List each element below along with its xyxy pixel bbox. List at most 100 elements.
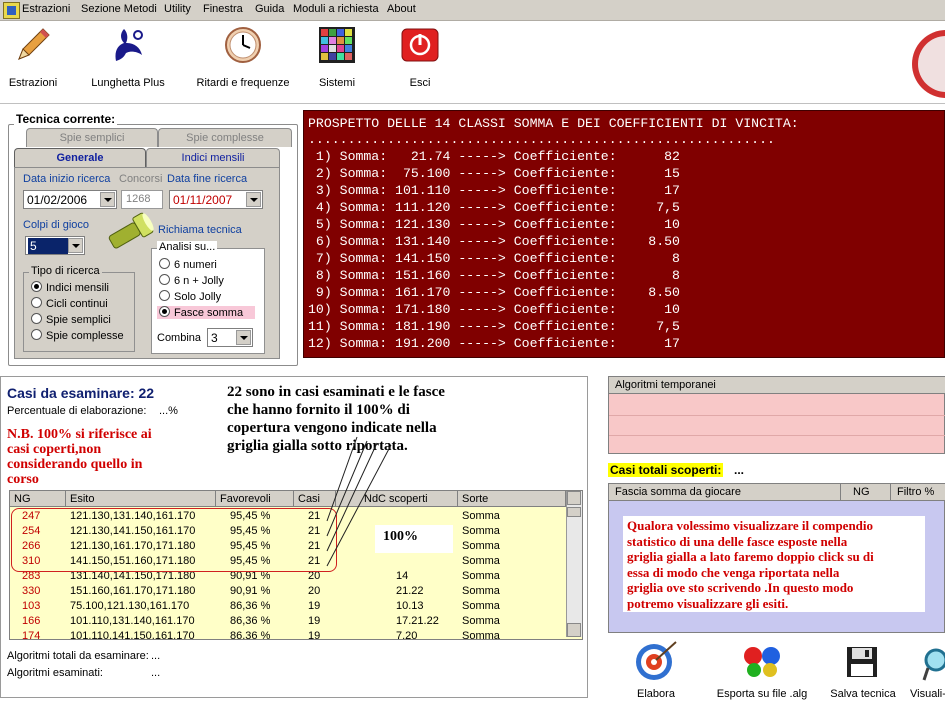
salva-tecnica-button[interactable]: Salva tecnica <box>826 636 900 702</box>
casi-grid: NG Esito Favorevoli Casi NdC scoperti So… <box>9 490 583 640</box>
butterfly-icon <box>744 647 780 677</box>
prospetto-line: 3) Somma: 101.110 -----> Coefficiente: 1… <box>308 183 680 198</box>
ritardi-frequenze-button[interactable]: Ritardi e frequenze <box>186 21 300 101</box>
menu-sezione-metodi[interactable]: Sezione Metodi <box>81 3 157 15</box>
col-esito[interactable]: Esito <box>66 491 216 507</box>
menu-about[interactable]: About <box>387 3 416 15</box>
table-row[interactable]: 166 101.110,131.140,161.170 86,36 % 19 17.21… <box>10 614 566 629</box>
app-icon[interactable] <box>3 2 20 19</box>
concorsi-field: 1268 <box>121 190 163 209</box>
scroll-thumb[interactable] <box>567 507 581 517</box>
flashlight-icon[interactable] <box>103 212 155 254</box>
table-cell: 17.21.22 <box>396 615 439 627</box>
esci-button[interactable]: Esci <box>396 21 444 101</box>
data-inizio-combo[interactable]: 01/02/2006 <box>23 190 117 209</box>
tipo-radio-0[interactable]: Indici mensili <box>31 281 109 294</box>
analisi-radio-1[interactable]: 6 n + Jolly <box>159 274 224 287</box>
scroll-up-icon[interactable] <box>567 491 581 505</box>
table-row[interactable]: 103 75.100,121.130,161.170 86,36 % 19 10.13 S… <box>10 599 566 614</box>
menu-utility[interactable]: Utility <box>164 3 191 15</box>
tipo-radio-3[interactable]: Spie complesse <box>31 329 124 342</box>
table-row[interactable]: 330 151.160,161.170,171.180 90,91 % 20 21.22… <box>10 584 566 599</box>
col-ndc[interactable]: NdC scoperti <box>336 491 458 507</box>
tab-spie-semplici[interactable]: Spie semplici <box>26 128 158 147</box>
table-row[interactable]: 283 131.140,141.150,171.180 90,91 % 20 14 Som… <box>10 569 566 584</box>
casi-totali-label: Casi totali scoperti: <box>608 463 724 477</box>
table-cell: 254 <box>22 525 41 537</box>
prospetto-line: 9) Somma: 161.170 -----> Coefficiente: 8… <box>308 285 680 300</box>
lunghetta-plus-button[interactable]: Lunghetta Plus <box>80 21 176 101</box>
analisi-radio-2[interactable]: Solo Jolly <box>159 290 221 303</box>
table-cell: 101.110,131.140,161.170 <box>70 615 195 627</box>
table-cell: 283 <box>22 570 41 582</box>
sistemi-button[interactable]: Sistemi <box>308 21 366 101</box>
menu-estrazioni[interactable]: Estrazioni <box>22 3 70 15</box>
prospetto-line: 2) Somma: 75.100 -----> Coefficiente: 15 <box>308 166 680 181</box>
radio-icon <box>31 313 42 324</box>
alg-totali-value: ... <box>151 650 161 662</box>
table-cell: 95,45 % <box>230 540 271 552</box>
tab-indici-mensili[interactable]: Indici mensili <box>146 148 280 167</box>
table-cell: 95,45 % <box>230 525 271 537</box>
table-cell: Somma <box>462 615 500 627</box>
table-cell: 121.130,131.140,161.170 <box>70 510 196 522</box>
prospetto-header: PROSPETTO DELLE 14 CLASSI SOMMA E DEI CO… <box>308 116 799 131</box>
grid-scrollbar[interactable] <box>566 491 582 637</box>
table-cell: 21 <box>308 510 321 522</box>
elabora-button[interactable]: Elabora <box>620 636 692 702</box>
analisi-radio-0[interactable]: 6 numeri <box>159 258 217 271</box>
table-row[interactable]: 254 121.130,141.150,161.170 95,45 % 21 Somma <box>10 524 566 539</box>
table-cell: 131.140,141.150,171.180 <box>70 570 196 582</box>
richiama-label[interactable]: Richiama tecnica <box>158 224 242 236</box>
combina-combo[interactable]: 3 <box>207 328 253 347</box>
prospetto-line: 6) Somma: 131.140 -----> Coefficiente: 8… <box>308 234 680 249</box>
radio-icon <box>31 297 42 308</box>
data-fine-combo[interactable]: 01/11/2007 <box>169 190 263 209</box>
combina-label: Combina <box>157 332 202 344</box>
table-cell: 174 <box>22 630 41 640</box>
tecnica-title: Tecnica corrente: <box>14 112 118 126</box>
col-casi[interactable]: Casi <box>294 491 336 507</box>
tecnica-groupbox: Tecnica corrente: Spie semplici Spie com… <box>8 112 298 366</box>
esporta-button[interactable]: Esporta su file .alg <box>712 636 812 702</box>
target-icon <box>636 641 677 680</box>
tipo-radio-1[interactable]: Cicli continui <box>31 297 108 310</box>
col-fascia: Fascia somma da giocare <box>609 484 841 501</box>
chevron-down-icon[interactable] <box>236 330 251 345</box>
chevron-down-icon[interactable] <box>246 192 261 207</box>
menu-guida[interactable]: Guida <box>255 3 284 15</box>
algoritmi-temporanei-grid[interactable]: Algoritmi temporanei <box>608 376 945 454</box>
col-filtro: Filtro % <box>891 484 945 501</box>
table-row[interactable]: 266 121.130,161.170,171.180 95,45 % 21 Somma <box>10 539 566 554</box>
visualizza-button[interactable]: Visuali- <box>904 636 945 702</box>
col-ng[interactable]: NG <box>10 491 66 507</box>
estrazioni-button[interactable]: Estrazioni <box>0 21 66 101</box>
radio-icon <box>31 281 42 292</box>
fascia-grid[interactable]: Fascia somma da giocare NG Filtro % Qual… <box>608 483 945 633</box>
col-sorte[interactable]: Sorte <box>458 491 566 507</box>
alg-esaminati-label: Algoritmi esaminati: <box>7 667 103 679</box>
scroll-down-icon[interactable] <box>567 623 581 637</box>
table-row[interactable]: 310 141.150,151.160,171.180 95,45 % 21 Somma <box>10 554 566 569</box>
menu-moduli[interactable]: Moduli a richiesta <box>293 3 379 15</box>
table-cell: 330 <box>22 585 41 597</box>
table-row[interactable]: 247 121.130,131.140,161.170 95,45 % 21 Somma <box>10 509 566 524</box>
table-cell: 19 <box>308 615 321 627</box>
casi-totali-bar: Casi totali scoperti: ... <box>606 462 945 480</box>
table-cell: Somma <box>462 555 500 567</box>
col-favorevoli[interactable]: Favorevoli <box>216 491 294 507</box>
casi-panel: Casi da esaminare: 22 Percentuale di ela… <box>0 376 588 698</box>
colpi-combo[interactable]: 5 <box>25 236 85 255</box>
table-cell: 19 <box>308 630 321 640</box>
chevron-down-icon[interactable] <box>100 192 115 207</box>
prospetto-line: 8) Somma: 151.160 -----> Coefficiente: 8 <box>308 268 680 283</box>
tab-generale[interactable]: Generale <box>14 148 146 167</box>
tipo-radio-2[interactable]: Spie semplici <box>31 313 111 326</box>
menu-finestra[interactable]: Finestra <box>203 3 243 15</box>
logo-icon <box>912 30 945 98</box>
tab-spie-complesse[interactable]: Spie complesse <box>158 128 292 147</box>
analisi-radio-3[interactable]: Fasce somma <box>157 306 255 319</box>
chevron-down-icon[interactable] <box>68 238 83 253</box>
table-cell: Somma <box>462 585 500 597</box>
table-row[interactable]: 174 101.110,141.150,161.170 86,36 % 19 7.20 S… <box>10 629 566 640</box>
